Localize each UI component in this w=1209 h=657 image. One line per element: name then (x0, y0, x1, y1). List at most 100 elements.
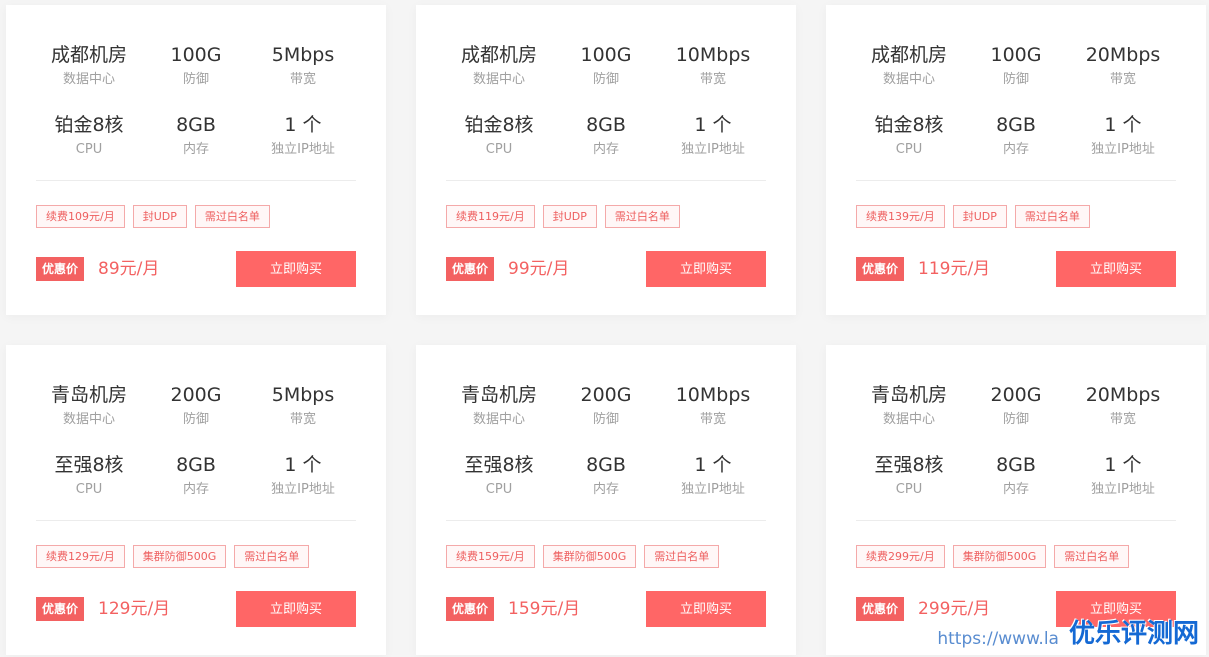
spec-cpu: 至强8核 CPU (36, 451, 142, 521)
tag-feature: 封UDP (952, 205, 1007, 228)
tag-list: 续费129元/月 集群防御500G 需过白名单 (36, 545, 310, 568)
tag-whitelist: 需过白名单 (1014, 205, 1090, 228)
spec-defense: 100G 防御 (553, 41, 659, 111)
spec-value: 1 个 (694, 114, 732, 136)
spec-label: 数据中心 (882, 412, 935, 427)
spec-label: CPU (75, 482, 103, 497)
spec-label: 数据中心 (62, 412, 115, 427)
spec-row: 青岛机房 数据中心 200G 防御 5Mbps 带宽 (36, 381, 356, 451)
spec-label: 数据中心 (882, 72, 935, 87)
plan-card: 青岛机房 数据中心 200G 防御 20Mbps 带宽 至强8核 CPU 8GB… (826, 345, 1206, 655)
spec-label: 内存 (182, 142, 209, 157)
spec-value: 铂金8核 (874, 114, 944, 136)
divider (36, 180, 356, 181)
price: 129元/月 (98, 599, 171, 619)
spec-value: 100G (170, 44, 222, 66)
spec-datacenter: 成都机房 数据中心 (36, 41, 142, 111)
plan-card: 青岛机房 数据中心 200G 防御 10Mbps 带宽 至强8核 CPU 8GB… (416, 345, 796, 655)
spec-defense: 200G 防御 (553, 381, 659, 451)
spec-value: 青岛机房 (460, 384, 537, 406)
spec-memory: 8GB 内存 (553, 451, 659, 521)
tag-renewal: 续费129元/月 (36, 545, 125, 568)
spec-memory: 8GB 内存 (143, 111, 249, 181)
spec-datacenter: 成都机房 数据中心 (446, 41, 552, 111)
spec-row: 至强8核 CPU 8GB 内存 1 个 独立IP地址 (36, 451, 356, 521)
spec-bandwidth: 5Mbps 带宽 (250, 381, 356, 451)
tag-whitelist: 需过白名单 (194, 205, 270, 228)
spec-ip: 1 个 独立IP地址 (660, 451, 766, 521)
spec-value: 1 个 (284, 114, 322, 136)
spec-label: 独立IP地址 (1091, 142, 1155, 157)
spec-value: 至强8核 (54, 454, 124, 476)
spec-memory: 8GB 内存 (143, 451, 249, 521)
spec-defense: 100G 防御 (963, 41, 1069, 111)
spec-label: 内存 (592, 142, 619, 157)
discount-badge: 优惠价 (446, 597, 495, 621)
plan-card: 成都机房 数据中心 100G 防御 10Mbps 带宽 铂金8核 CPU 8GB… (416, 5, 796, 315)
buy-now-button[interactable]: 立即购买 (646, 251, 766, 287)
spec-cpu: 铂金8核 CPU (446, 111, 552, 181)
spec-label: CPU (75, 142, 103, 157)
price-row: 优惠价 89元/月 立即购买 (36, 251, 356, 287)
divider (446, 180, 766, 181)
spec-ip: 1 个 独立IP地址 (1070, 111, 1176, 181)
spec-value: 8GB (996, 114, 1036, 136)
tag-feature: 集群防御500G (952, 545, 1047, 568)
spec-ip: 1 个 独立IP地址 (250, 111, 356, 181)
discount-badge: 优惠价 (446, 257, 495, 281)
tag-renewal: 续费109元/月 (36, 205, 125, 228)
spec-ip: 1 个 独立IP地址 (250, 451, 356, 521)
price: 159元/月 (508, 599, 581, 619)
price: 89元/月 (98, 259, 160, 279)
spec-value: 1 个 (1104, 454, 1142, 476)
price: 119元/月 (918, 259, 991, 279)
spec-value: 铂金8核 (464, 114, 534, 136)
spec-row: 青岛机房 数据中心 200G 防御 10Mbps 带宽 (446, 381, 766, 451)
spec-value: 8GB (176, 454, 216, 476)
buy-now-button[interactable]: 立即购买 (1056, 251, 1176, 287)
tag-renewal: 续费159元/月 (446, 545, 535, 568)
spec-value: 10Mbps (675, 384, 751, 406)
spec-bandwidth: 5Mbps 带宽 (250, 41, 356, 111)
discount-badge: 优惠价 (36, 597, 85, 621)
divider (36, 520, 356, 521)
spec-label: 带宽 (1109, 72, 1136, 87)
spec-ip: 1 个 独立IP地址 (660, 111, 766, 181)
plan-card: 成都机房 数据中心 100G 防御 5Mbps 带宽 铂金8核 CPU 8GB … (6, 5, 386, 315)
spec-row: 至强8核 CPU 8GB 内存 1 个 独立IP地址 (856, 451, 1176, 521)
price-row: 优惠价 159元/月 立即购买 (446, 591, 766, 627)
spec-defense: 100G 防御 (143, 41, 249, 111)
spec-bandwidth: 10Mbps 带宽 (660, 41, 766, 111)
spec-label: 数据中心 (472, 72, 525, 87)
price-row: 优惠价 119元/月 立即购买 (856, 251, 1176, 287)
spec-datacenter: 青岛机房 数据中心 (856, 381, 962, 451)
spec-label: 独立IP地址 (681, 142, 745, 157)
spec-label: 独立IP地址 (271, 482, 335, 497)
spec-value: 8GB (176, 114, 216, 136)
watermark-url: https://www.la (937, 629, 1059, 649)
tag-whitelist: 需过白名单 (234, 545, 310, 568)
spec-label: 独立IP地址 (681, 482, 745, 497)
spec-value: 青岛机房 (50, 384, 127, 406)
spec-label: 内存 (592, 482, 619, 497)
tag-list: 续费119元/月 封UDP 需过白名单 (446, 205, 680, 228)
tag-whitelist: 需过白名单 (644, 545, 720, 568)
spec-bandwidth: 20Mbps 带宽 (1070, 41, 1176, 111)
spec-label: 防御 (182, 72, 209, 87)
spec-label: 防御 (592, 412, 619, 427)
spec-value: 1 个 (694, 454, 732, 476)
buy-now-button[interactable]: 立即购买 (236, 251, 356, 287)
buy-now-button[interactable]: 立即购买 (236, 591, 356, 627)
spec-row: 铂金8核 CPU 8GB 内存 1 个 独立IP地址 (446, 111, 766, 181)
spec-value: 200G (170, 384, 222, 406)
spec-label: 带宽 (699, 72, 726, 87)
price-row: 优惠价 129元/月 立即购买 (36, 591, 356, 627)
spec-value: 5Mbps (271, 384, 335, 406)
buy-now-button[interactable]: 立即购买 (646, 591, 766, 627)
spec-cpu: 至强8核 CPU (446, 451, 552, 521)
tag-whitelist: 需过白名单 (604, 205, 680, 228)
tag-list: 续费299元/月 集群防御500G 需过白名单 (856, 545, 1130, 568)
tag-list: 续费109元/月 封UDP 需过白名单 (36, 205, 270, 228)
discount-badge: 优惠价 (856, 597, 905, 621)
spec-value: 200G (580, 384, 632, 406)
